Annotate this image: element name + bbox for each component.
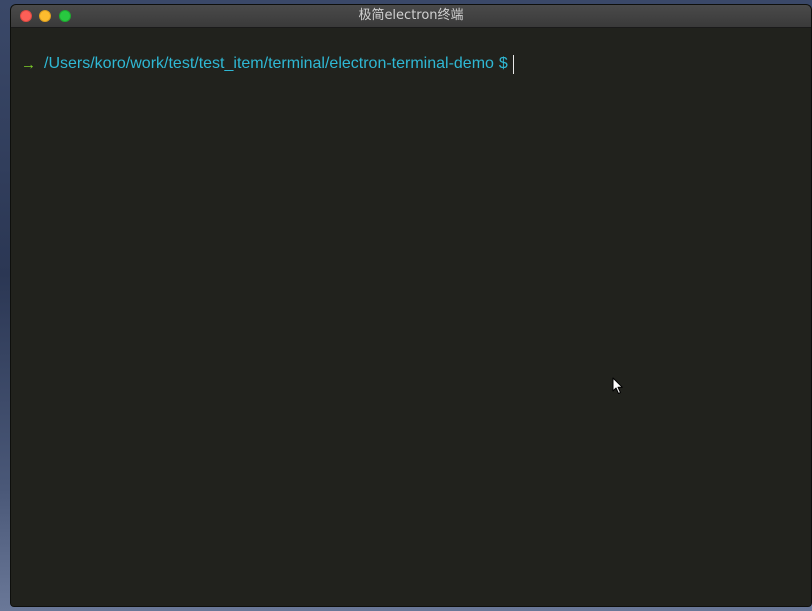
prompt-symbol: $ [498, 55, 508, 72]
terminal-window: 极简electron终端 → /Users/koro/work/test/tes… [11, 5, 811, 606]
window-titlebar[interactable]: 极简electron终端 [11, 5, 811, 28]
text-cursor [512, 54, 514, 74]
terminal-area[interactable]: → /Users/koro/work/test/test_item/termin… [11, 28, 811, 606]
mouse-pointer-icon [612, 377, 623, 394]
prompt-line: → /Users/koro/work/test/test_item/termin… [21, 53, 514, 75]
current-directory: /Users/koro/work/test/test_item/terminal… [44, 55, 494, 72]
window-title: 极简electron终端 [358, 8, 464, 23]
prompt-arrow-icon: → [21, 55, 36, 73]
